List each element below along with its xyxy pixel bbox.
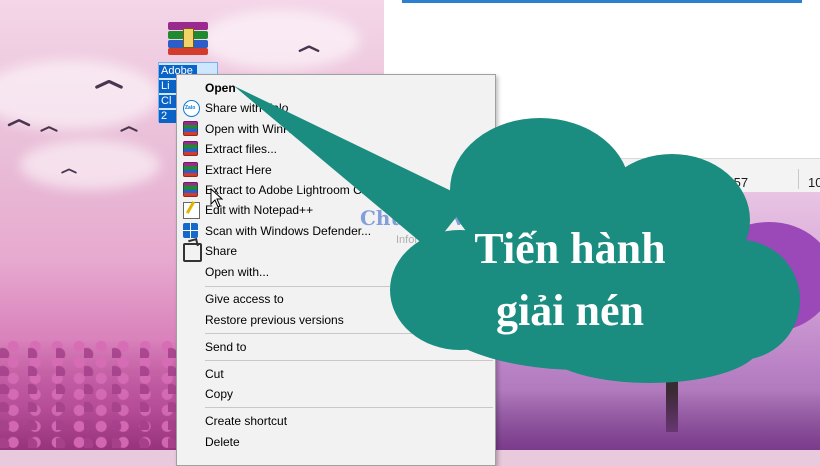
menu-item-label: Open with... <box>205 265 270 279</box>
menu-item-open[interactable]: Open <box>177 78 495 98</box>
menu-item-extract-files[interactable]: Extract files... <box>177 139 495 159</box>
rar-book-red <box>168 48 208 55</box>
callout-line: Tiến hành <box>474 224 666 273</box>
menu-item-label: Scan with Windows Defender... <box>205 224 372 238</box>
bird-silhouette <box>7 119 30 129</box>
bird-silhouette <box>120 126 138 134</box>
winrar-archive-icon[interactable] <box>166 20 210 56</box>
menu-item-label: Extract files... <box>205 142 278 156</box>
menu-separator <box>205 407 493 408</box>
bird-silhouette <box>40 126 58 134</box>
menu-item-label: Cut <box>205 367 224 381</box>
mouse-pointer-icon <box>210 188 224 208</box>
status-separator <box>666 169 667 189</box>
menu-item-cut[interactable]: Cut <box>177 364 495 384</box>
menu-item-label: Share <box>205 244 238 258</box>
callout-line: giải nén <box>496 286 644 335</box>
menu-item-label: Open with WinRAR <box>205 122 309 136</box>
defender-icon <box>183 223 198 238</box>
winrar-icon <box>183 162 198 177</box>
menu-item-share-with-zalo[interactable]: Share with Zalo <box>177 98 495 118</box>
menu-item-label: Create shortcut <box>205 414 288 428</box>
callout-text: Tiến hành giải nén <box>420 218 720 342</box>
zalo-icon <box>183 100 200 117</box>
menu-item-delete[interactable]: Delete <box>177 432 495 452</box>
winrar-icon <box>183 121 198 136</box>
menu-item-label: Extract Here <box>205 163 272 177</box>
cursor-position-readout: Ln 7, Col 57 <box>678 175 749 190</box>
menu-item-extract-to-folder[interactable]: Extract to Adobe Lightroom Classic <box>177 180 495 200</box>
menu-item-label: Restore previous versions <box>205 313 344 327</box>
menu-item-label: Share with Zalo <box>205 101 289 115</box>
menu-item-extract-here[interactable]: Extract Here <box>177 160 495 180</box>
sky-cloud <box>200 10 360 70</box>
selection-bar <box>402 0 802 3</box>
share-icon <box>183 243 202 262</box>
menu-item-label: Send to <box>205 340 247 354</box>
sky-cloud <box>20 140 160 190</box>
notepad-icon <box>183 202 200 219</box>
watermark-trademark: TM <box>556 198 569 208</box>
winrar-icon <box>183 141 198 156</box>
menu-item-label: Open <box>205 81 236 95</box>
menu-item-create-shortcut[interactable]: Create shortcut <box>177 411 495 431</box>
menu-item-copy[interactable]: Copy <box>177 384 495 404</box>
status-separator <box>798 169 799 189</box>
bird-silhouette <box>95 80 124 93</box>
zoom-readout: 100 <box>808 175 820 190</box>
menu-item-open-with-winrar[interactable]: Open with WinRAR <box>177 119 495 139</box>
menu-separator <box>205 360 493 361</box>
menu-item-label: Extract to Adobe Lightroom Classic <box>205 183 392 197</box>
bird-silhouette <box>61 168 77 175</box>
winrar-icon <box>183 182 198 197</box>
menu-item-label: Delete <box>205 435 240 449</box>
rar-belt <box>183 28 194 48</box>
menu-item-label: Copy <box>205 387 234 401</box>
menu-item-label: Give access to <box>205 292 284 306</box>
bird-silhouette <box>298 45 320 55</box>
